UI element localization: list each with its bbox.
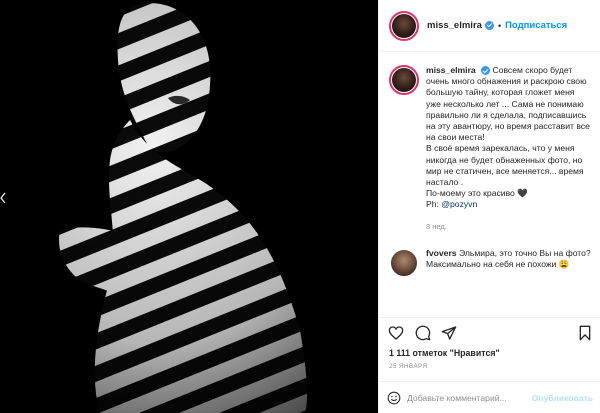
add-comment-bar: Добавьте комментарий... Опубликовать [379,381,600,413]
header-username[interactable]: miss_elmira [427,20,482,31]
likes-count[interactable]: 1 111 отметок "Нравится" [389,348,500,358]
caption-avatar[interactable] [389,65,419,95]
avatar[interactable] [389,10,419,41]
follow-button[interactable]: Подписаться [505,20,567,31]
commenter-avatar[interactable] [389,247,419,278]
post-sidebar: miss_elmira • Подписаться miss_elmira Со… [378,0,600,413]
heart-icon[interactable] [388,325,404,341]
share-icon[interactable] [441,325,457,341]
comment-input[interactable]: Добавьте комментарий... [407,393,532,403]
caption-age[interactable]: 3 нед. [426,221,591,232]
post-date[interactable]: 25 ЯНВАРЯ [389,363,427,370]
publish-button[interactable]: Опубликовать [532,393,593,403]
verified-badge-icon [481,66,491,76]
comment-icon[interactable] [415,325,431,341]
post-header: miss_elmira • Подписаться [379,0,600,52]
bookmark-icon[interactable] [577,325,593,341]
caption-text: Совсем скоро будет очень много обнажения… [426,65,590,210]
action-bar [379,317,600,348]
comments-list[interactable]: miss_elmira Совсем скоро будет очень мно… [379,53,600,315]
arrow-left-icon[interactable] [0,183,6,213]
header-separator: • [497,20,502,31]
post-image [0,0,378,413]
comment-item: fvovers Эльмира, это точно Вы на фото? М… [379,232,600,278]
caption-username[interactable]: miss_elmira [426,65,476,75]
post-photo[interactable] [0,0,378,413]
caption: miss_elmira Совсем скоро будет очень мно… [379,53,600,232]
verified-badge-icon [484,21,494,30]
comment-username[interactable]: fvovers [426,248,457,258]
photographer-link[interactable]: @pozyvn [441,199,477,209]
emoji-icon[interactable] [387,391,401,405]
